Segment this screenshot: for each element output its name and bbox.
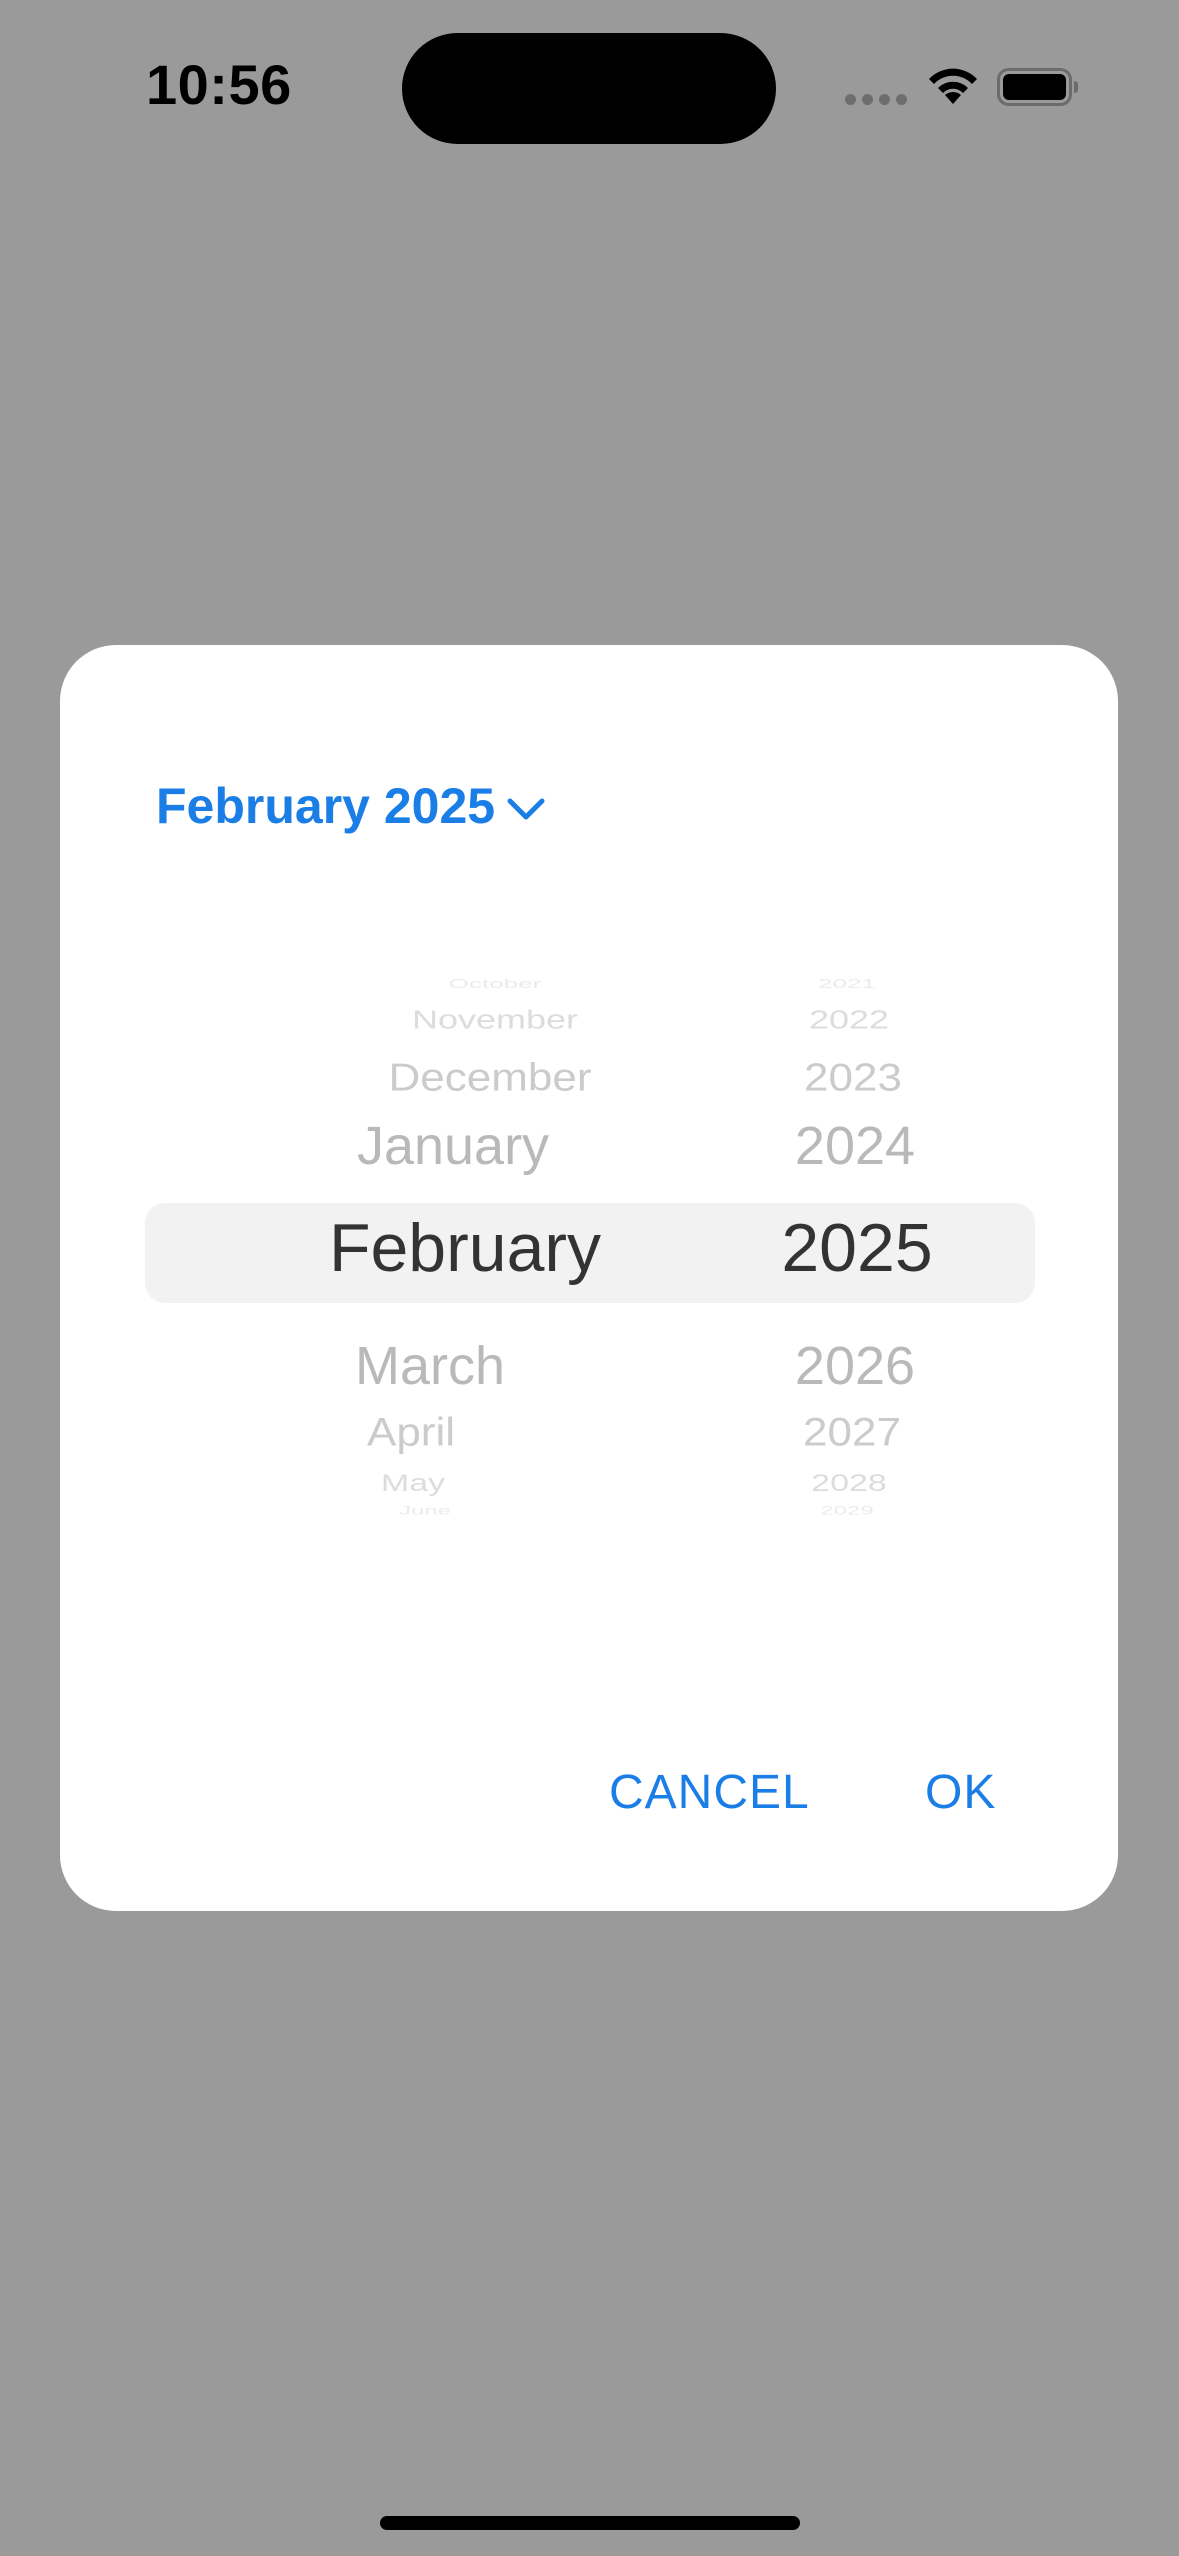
wifi-icon <box>929 68 977 104</box>
month-option[interactable]: June <box>399 1505 451 1517</box>
chevron-down-icon <box>507 798 545 820</box>
month-option[interactable]: April <box>367 1413 455 1453</box>
month-year-label: February 2025 <box>156 778 496 834</box>
battery-icon <box>997 68 1078 106</box>
month-option[interactable]: March <box>355 1339 505 1393</box>
month-option[interactable]: January <box>357 1119 549 1173</box>
cancel-button[interactable]: CANCEL <box>609 1765 810 1820</box>
month-year-dropdown[interactable]: February 2025 <box>156 777 547 835</box>
ok-button[interactable]: OK <box>925 1765 996 1820</box>
month-option[interactable]: November <box>412 1007 578 1033</box>
month-year-wheel-picker[interactable]: October November December January February Ma… <box>145 977 1035 1523</box>
year-option[interactable]: 2027 <box>803 1413 901 1453</box>
year-option[interactable]: 2029 <box>820 1505 873 1517</box>
month-option[interactable]: October <box>449 977 542 990</box>
signal-icon <box>845 94 907 105</box>
month-option[interactable]: December <box>389 1059 592 1098</box>
year-option[interactable]: 2022 <box>809 1007 889 1033</box>
month-option[interactable]: May <box>381 1471 445 1495</box>
month-year-picker-dialog: February 2025 October November December Jan… <box>60 645 1118 1911</box>
status-time: 10:56 <box>146 53 292 116</box>
year-option[interactable]: 2026 <box>795 1339 915 1393</box>
month-option[interactable]: February <box>329 1214 601 1282</box>
year-option[interactable]: 2023 <box>804 1059 902 1098</box>
home-indicator <box>380 2516 800 2530</box>
year-option[interactable]: 2021 <box>818 977 876 990</box>
dynamic-island <box>402 33 776 144</box>
year-option[interactable]: 2025 <box>781 1214 932 1282</box>
year-option[interactable]: 2024 <box>795 1119 915 1173</box>
year-option[interactable]: 2028 <box>811 1471 887 1495</box>
status-icons <box>842 62 1082 112</box>
